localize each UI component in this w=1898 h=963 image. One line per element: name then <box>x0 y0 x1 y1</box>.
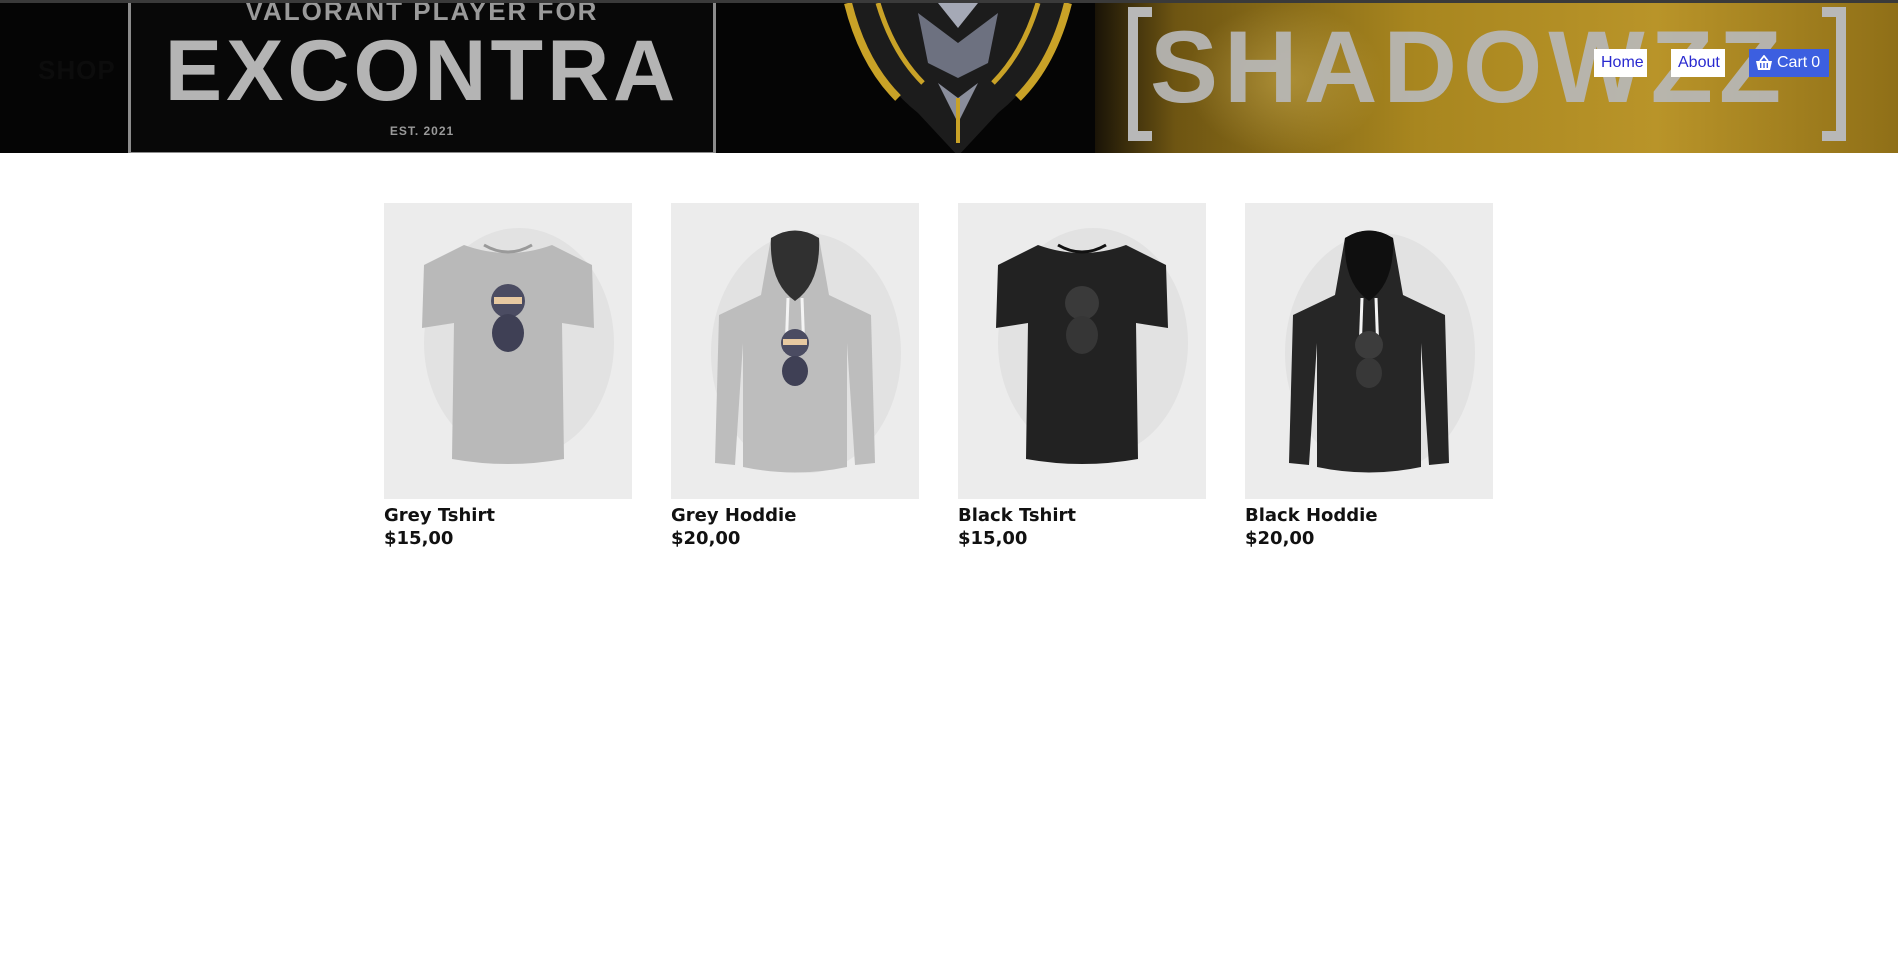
hoodie-icon <box>1285 230 1475 473</box>
bracket-left <box>1128 7 1152 141</box>
product-name[interactable]: Black Hoddie <box>1245 504 1493 527</box>
product-price: $15,00 <box>958 528 1028 549</box>
product-card[interactable]: Grey Tshirt $15,00 <box>384 203 632 550</box>
product-image[interactable] <box>958 203 1206 499</box>
hoodie-icon <box>711 230 901 473</box>
tshirt-icon <box>422 228 614 464</box>
cart-count: 0 <box>1811 54 1821 71</box>
product-name[interactable]: Grey Hoddie <box>671 504 919 527</box>
product-card[interactable]: Grey Hoddie $20,00 <box>671 203 919 550</box>
cart-label: Cart <box>1777 54 1808 71</box>
logo-main-text: EXCONTRA <box>164 23 680 119</box>
excontra-logo: VALORANT PLAYER FOR EXCONTRA EST. 2021 <box>128 3 716 153</box>
tshirt-icon <box>996 228 1188 464</box>
nav-home-link[interactable]: Home <box>1594 49 1647 77</box>
product-name[interactable]: Grey Tshirt <box>384 504 632 527</box>
nav-about-link[interactable]: About <box>1671 49 1725 77</box>
ninja-mascot-icon <box>844 3 1072 153</box>
product-image[interactable] <box>1245 203 1493 499</box>
product-card[interactable]: Black Tshirt $15,00 <box>958 203 1206 550</box>
product-image[interactable] <box>384 203 632 499</box>
product-card[interactable]: Black Hoddie $20,00 <box>1245 203 1493 550</box>
logo-est-text: EST. 2021 <box>389 124 455 138</box>
product-price: $20,00 <box>671 528 741 549</box>
product-price: $15,00 <box>384 528 454 549</box>
product-name[interactable]: Black Tshirt <box>958 504 1206 527</box>
cart-button[interactable]: Cart 0 <box>1749 49 1829 77</box>
basket-icon <box>1756 55 1772 70</box>
product-price: $20,00 <box>1245 528 1315 549</box>
product-image[interactable] <box>671 203 919 499</box>
site-name[interactable]: SHOP <box>38 55 116 86</box>
